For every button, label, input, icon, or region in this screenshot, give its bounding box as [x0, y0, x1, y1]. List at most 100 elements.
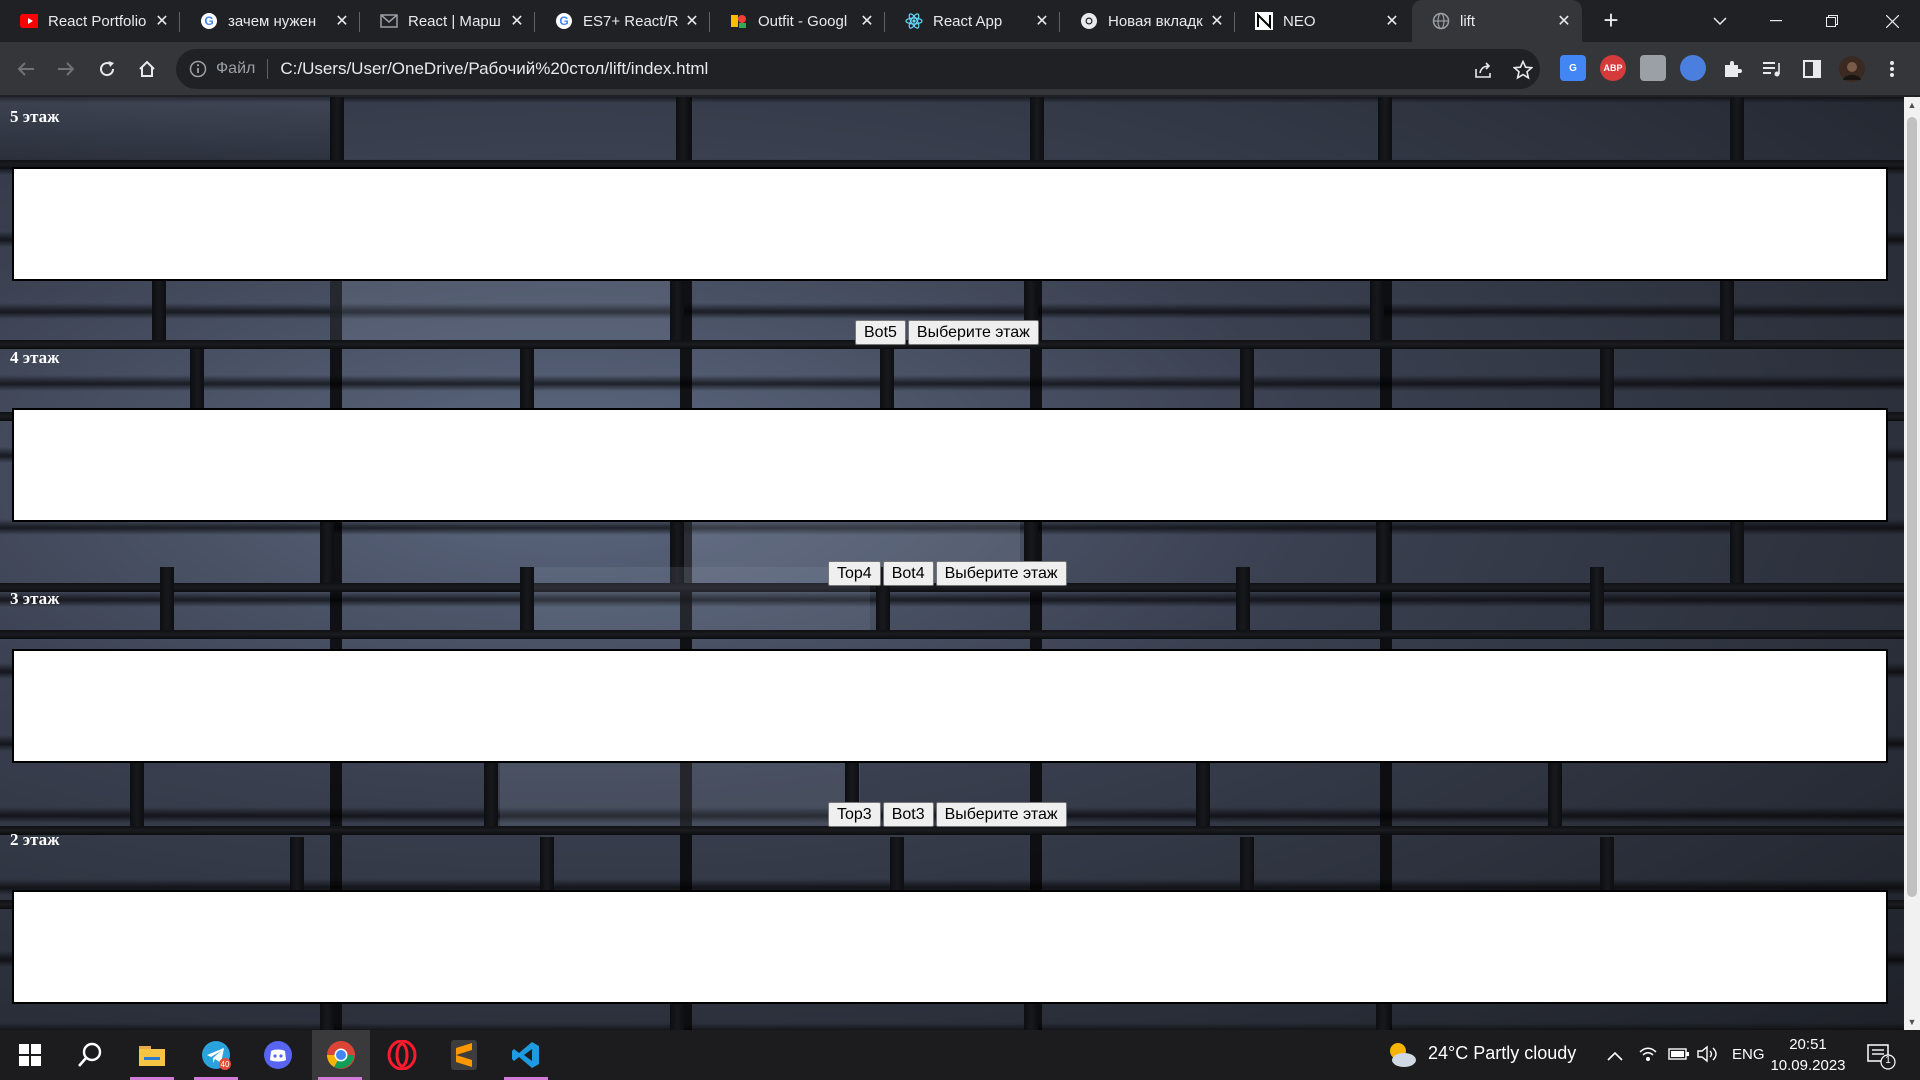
extension-gray-icon[interactable]	[1640, 55, 1666, 81]
media-queue-icon[interactable]	[1756, 53, 1788, 85]
windows-start-icon[interactable]	[2, 1030, 58, 1080]
opera-icon[interactable]	[374, 1030, 430, 1080]
bot5-button[interactable]: Bot5	[855, 320, 906, 345]
tab-es7-react[interactable]: G ES7+ React/R ✕	[535, 0, 710, 42]
top4-button[interactable]: Top4	[828, 561, 881, 586]
tab-strip: React Portfolio ✕ G зачем нужен ✕ React …	[0, 0, 1920, 42]
info-icon[interactable]	[188, 59, 208, 79]
react-icon	[905, 12, 923, 30]
file-explorer-icon[interactable]	[124, 1030, 180, 1080]
reload-icon[interactable]	[91, 53, 123, 85]
close-icon[interactable]: ✕	[1384, 11, 1400, 31]
forward-arrow-icon[interactable]	[50, 53, 82, 85]
close-icon[interactable]: ✕	[334, 11, 350, 31]
tab-neo[interactable]: NEO ✕	[1235, 0, 1410, 42]
gmail-icon	[380, 12, 398, 30]
sublime-text-icon[interactable]	[436, 1030, 492, 1080]
weather-icon[interactable]	[1386, 1040, 1418, 1070]
language-indicator[interactable]: ENG	[1732, 1046, 1765, 1063]
volume-icon[interactable]	[1696, 1045, 1718, 1068]
tab-react-routing[interactable]: React | Марш ✕	[360, 0, 535, 42]
svg-text:G: G	[559, 14, 568, 28]
tab-google-search[interactable]: G зачем нужен ✕	[180, 0, 360, 42]
tab-title: lift	[1460, 12, 1475, 30]
window-close-icon[interactable]	[1864, 0, 1920, 42]
google-icon: G	[555, 12, 573, 30]
scroll-down-arrow-icon[interactable]: ▼	[1904, 1014, 1920, 1030]
extensions-puzzle-icon[interactable]	[1716, 53, 1748, 85]
new-tab-button[interactable]: +	[1596, 6, 1626, 36]
top3-button[interactable]: Top3	[828, 802, 881, 827]
browser-toolbar: Файл C:/Users/User/OneDrive/Рабочий%20ст…	[0, 42, 1920, 96]
floor-5-controls: Bot5 Выберите этаж	[855, 320, 1039, 345]
floor-4-controls: Top4 Bot4 Выберите этаж	[828, 561, 1067, 586]
tab-title: Новая вкладк	[1108, 12, 1203, 30]
weather-text[interactable]: 24°C Partly cloudy	[1428, 1043, 1576, 1064]
page-scrollbar[interactable]: ▲ ▼	[1904, 97, 1920, 1030]
tab-react-app[interactable]: React App ✕	[885, 0, 1060, 42]
discord-icon[interactable]	[250, 1030, 306, 1080]
file-scheme-label: Файл	[216, 60, 256, 77]
bot4-button[interactable]: Bot4	[882, 561, 934, 586]
share-icon[interactable]	[1472, 59, 1494, 81]
tab-title: Outfit - Googl	[758, 12, 848, 30]
tab-title: зачем нужен	[228, 12, 317, 30]
search-icon[interactable]	[62, 1030, 118, 1080]
floor-4-label: 4 этаж	[10, 348, 60, 367]
tab-new-tab[interactable]: Новая вкладк ✕	[1060, 0, 1235, 42]
close-icon[interactable]: ✕	[859, 11, 875, 31]
menu-kebab-icon[interactable]	[1876, 53, 1908, 85]
wifi-icon[interactable]	[1638, 1045, 1658, 1068]
tab-search-chevron-icon[interactable]	[1692, 0, 1748, 42]
tab-lift[interactable]: lift ✕	[1412, 0, 1582, 42]
floor-4-select-floor-button[interactable]: Выберите этаж	[935, 561, 1067, 586]
close-icon[interactable]: ✕	[509, 11, 525, 31]
adblock-extension-icon[interactable]: ABP	[1600, 55, 1626, 81]
back-arrow-icon[interactable]	[10, 53, 42, 85]
floor-2-shaft	[12, 890, 1888, 1004]
close-icon[interactable]: ✕	[1556, 11, 1572, 31]
floor-5-label: 5 этаж	[10, 107, 60, 126]
telegram-icon[interactable]: 40	[188, 1030, 244, 1080]
brick-row	[0, 97, 1904, 169]
chrome-taskbar-icon[interactable]	[312, 1030, 370, 1080]
vscode-icon[interactable]	[498, 1030, 554, 1080]
bot3-button[interactable]: Bot3	[882, 802, 934, 827]
close-icon[interactable]: ✕	[1209, 11, 1225, 31]
notification-center-icon[interactable]: 1	[1866, 1040, 1896, 1070]
floor-4-shaft	[12, 408, 1888, 522]
clock-time: 20:51	[1789, 1036, 1827, 1053]
scroll-up-arrow-icon[interactable]: ▲	[1904, 97, 1920, 113]
clock-date: 10.09.2023	[1770, 1057, 1846, 1074]
youtube-icon	[20, 12, 38, 30]
restore-icon[interactable]	[1804, 0, 1860, 42]
floor-2-label: 2 этаж	[10, 830, 60, 849]
floor-3-controls: Top3 Bot3 Выберите этаж	[828, 802, 1067, 827]
address-bar[interactable]: Файл C:/Users/User/OneDrive/Рабочий%20ст…	[176, 49, 1540, 89]
battery-icon[interactable]	[1668, 1047, 1690, 1066]
minimize-icon[interactable]	[1748, 0, 1804, 42]
tab-outfit-google-fonts[interactable]: Outfit - Googl ✕	[710, 0, 885, 42]
close-icon[interactable]: ✕	[684, 11, 700, 31]
scroll-thumb[interactable]	[1907, 117, 1917, 897]
close-icon[interactable]: ✕	[154, 11, 170, 31]
tab-react-portfolio[interactable]: React Portfolio ✕	[0, 0, 180, 42]
extension-blue-circle-icon[interactable]	[1680, 55, 1706, 81]
close-icon[interactable]: ✕	[1034, 11, 1050, 31]
side-panel-icon[interactable]	[1796, 53, 1828, 85]
home-icon[interactable]	[131, 53, 163, 85]
avatar[interactable]	[1836, 53, 1868, 85]
translate-extension-icon[interactable]: G	[1560, 55, 1586, 81]
url-text[interactable]: C:/Users/User/OneDrive/Рабочий%20стол/li…	[280, 59, 708, 79]
clock[interactable]: 20:51 10.09.2023	[1766, 1034, 1850, 1076]
globe-icon	[1432, 12, 1450, 30]
chrome-icon	[1080, 12, 1098, 30]
bookmark-star-icon[interactable]	[1512, 59, 1534, 81]
floor-5-select-floor-button[interactable]: Выберите этаж	[907, 320, 1039, 345]
tray-chevron-up-icon[interactable]	[1607, 1048, 1623, 1066]
notification-count: 1	[1885, 1055, 1891, 1066]
floor-3-select-floor-button[interactable]: Выберите этаж	[935, 802, 1067, 827]
svg-text:40: 40	[221, 1060, 230, 1069]
floor-3-label: 3 этаж	[10, 589, 60, 608]
google-icon: G	[200, 12, 218, 30]
